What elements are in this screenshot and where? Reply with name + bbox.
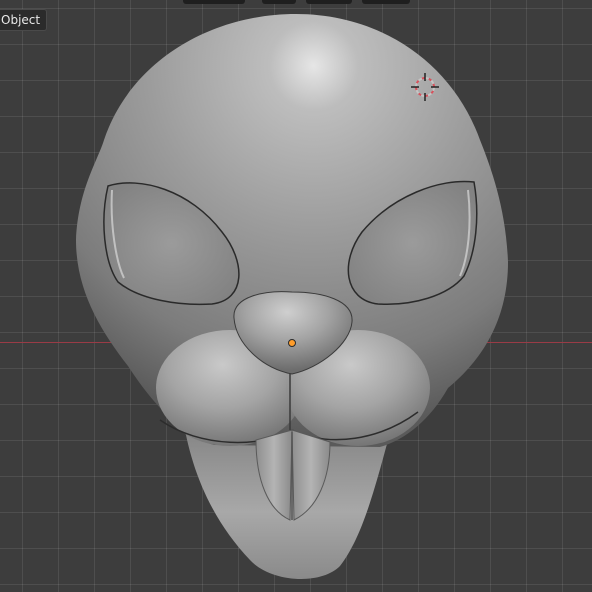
origin-point-icon (288, 339, 296, 347)
mesh-scene[interactable] (0, 0, 592, 592)
